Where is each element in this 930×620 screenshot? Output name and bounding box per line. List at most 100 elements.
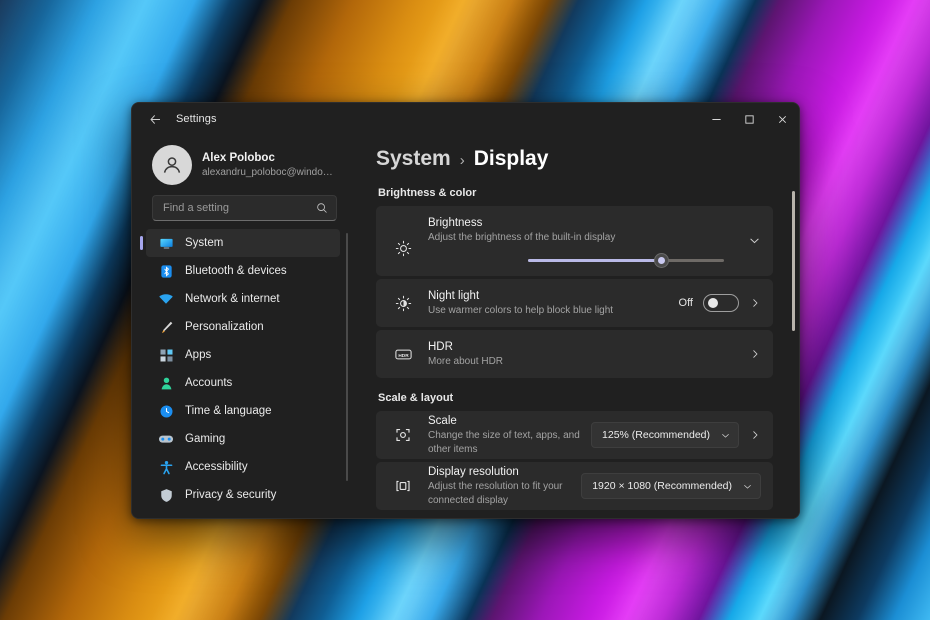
chevron-down-icon <box>720 430 731 441</box>
sidebar-item-label: Privacy & security <box>185 489 277 501</box>
sidebar-item-label: Time & language <box>185 405 272 417</box>
sidebar-item-privacy-security[interactable]: Privacy & security <box>146 481 340 509</box>
sidebar-item-label: Accessibility <box>185 461 248 473</box>
sidebar-item-accounts[interactable]: Accounts <box>146 369 340 397</box>
window-titlebar: Settings <box>132 103 799 135</box>
close-button[interactable] <box>766 103 799 135</box>
search-box[interactable] <box>152 195 337 221</box>
window-title: Settings <box>176 113 217 125</box>
sidebar-item-label: Accounts <box>185 377 233 389</box>
sidebar-item-label: Gaming <box>185 433 226 445</box>
sidebar-nav: System Bluetooth & devices Network & int… <box>132 229 350 518</box>
display-resolution-row[interactable]: Display resolution Adjust the resolution… <box>376 462 773 510</box>
night-light-body: Night light Use warmer colors to help bl… <box>428 289 679 318</box>
chevron-right-icon <box>753 431 758 439</box>
back-arrow-icon <box>149 114 160 124</box>
clock-icon <box>158 403 174 419</box>
close-icon <box>778 115 787 123</box>
brightness-sun-icon <box>392 216 414 264</box>
scale-title: Scale <box>428 414 457 427</box>
toggle-knob <box>708 298 718 308</box>
minimize-icon <box>712 118 721 120</box>
display-resolution-dropdown-value: 1920 × 1080 (Recommended) <box>592 480 732 492</box>
brightness-body: Brightness Adjust the brightness of the … <box>428 216 738 268</box>
hdr-row[interactable]: HDR HDR More about HDR <box>376 330 773 378</box>
hdr-title: HDR <box>428 340 453 353</box>
sidebar-item-network-internet[interactable]: Network & internet <box>146 285 340 313</box>
minimize-button[interactable] <box>700 103 733 135</box>
chevron-down-icon <box>742 481 753 492</box>
account-text: Alex Poloboc alexandru_poloboc@windowsre… <box>202 151 338 180</box>
sidebar-item-system[interactable]: System <box>140 229 340 257</box>
brightness-row[interactable]: Brightness Adjust the brightness of the … <box>376 206 773 276</box>
apps-grid-icon <box>158 347 174 363</box>
brightness-slider-fill <box>528 259 662 262</box>
hdr-icon: HDR <box>392 345 414 364</box>
window-controls <box>700 103 799 135</box>
brightness-slider-row <box>428 253 738 268</box>
sidebar: Alex Poloboc alexandru_poloboc@windowsre… <box>132 135 350 518</box>
scale-body: Scale Change the size of text, apps, and… <box>428 414 591 457</box>
sidebar-item-label: Apps <box>185 349 212 361</box>
maximize-icon <box>745 114 754 124</box>
scale-controls: 125% (Recommended) <box>591 422 761 448</box>
scale-resize-icon <box>392 426 414 444</box>
night-light-open-button[interactable] <box>749 297 761 309</box>
display-resolution-subtitle: Adjust the resolution to fit your connec… <box>428 480 563 506</box>
night-light-toggle-state: Off <box>678 297 693 309</box>
account-email: alexandru_poloboc@windowsreport... <box>202 166 338 178</box>
scale-dropdown[interactable]: 125% (Recommended) <box>591 422 739 448</box>
settings-window: Settings Alex Poloboc alexandru_poloboc@… <box>131 102 800 519</box>
chevron-down-icon <box>750 238 759 243</box>
sidebar-item-time-language[interactable]: Time & language <box>146 397 340 425</box>
content-inner: System › Display Brightness & color Brig… <box>350 147 799 510</box>
night-light-icon <box>392 295 414 312</box>
hdr-open-button[interactable] <box>749 348 761 360</box>
chevron-right-icon <box>753 350 758 358</box>
shield-icon <box>158 487 174 503</box>
content-scrollbar[interactable] <box>792 191 795 331</box>
window-body: Alex Poloboc alexandru_poloboc@windowsre… <box>132 135 799 518</box>
back-button[interactable] <box>140 106 170 132</box>
sidebar-item-bluetooth-devices[interactable]: Bluetooth & devices <box>146 257 340 285</box>
sidebar-item-personalization[interactable]: Personalization <box>146 313 340 341</box>
brightness-slider[interactable] <box>528 253 724 268</box>
sidebar-item-accessibility[interactable]: Accessibility <box>146 453 340 481</box>
sidebar-item-label: Personalization <box>185 321 264 333</box>
chevron-right-icon: › <box>459 152 465 169</box>
sidebar-item-apps[interactable]: Apps <box>146 341 340 369</box>
maximize-button[interactable] <box>733 103 766 135</box>
night-light-toggle[interactable] <box>703 294 739 312</box>
sidebar-item-label: Bluetooth & devices <box>185 265 287 277</box>
brightness-subtitle: Adjust the brightness of the built-in di… <box>428 232 616 243</box>
search-input[interactable] <box>163 202 316 214</box>
display-resolution-body: Display resolution Adjust the resolution… <box>428 465 581 508</box>
breadcrumb-root[interactable]: System <box>376 147 451 171</box>
scale-row[interactable]: Scale Change the size of text, apps, and… <box>376 411 773 459</box>
display-resolution-controls: 1920 × 1080 (Recommended) <box>581 473 761 499</box>
night-light-title: Night light <box>428 289 480 302</box>
account-block[interactable]: Alex Poloboc alexandru_poloboc@windowsre… <box>132 139 350 195</box>
sidebar-item-label: Network & internet <box>185 293 280 305</box>
avatar <box>152 145 192 185</box>
search-icon <box>316 202 328 214</box>
brightness-expand-button[interactable] <box>738 216 761 264</box>
brightness-slider-thumb[interactable] <box>653 253 669 268</box>
display-resolution-dropdown[interactable]: 1920 × 1080 (Recommended) <box>581 473 761 499</box>
account-person-icon <box>158 375 174 391</box>
scale-dropdown-value: 125% (Recommended) <box>602 429 710 441</box>
night-light-controls: Off <box>679 294 761 312</box>
section-title-scale-layout: Scale & layout <box>378 392 454 404</box>
account-name: Alex Poloboc <box>202 151 275 164</box>
page-title: Display <box>473 147 549 170</box>
sidebar-item-gaming[interactable]: Gaming <box>146 425 340 453</box>
night-light-row[interactable]: Night light Use warmer colors to help bl… <box>376 279 773 327</box>
hdr-subtitle: More about HDR <box>428 355 504 367</box>
scale-open-button[interactable] <box>749 429 761 441</box>
section-title-brightness-color: Brightness & color <box>378 187 477 199</box>
brightness-title: Brightness <box>428 217 483 229</box>
scale-subtitle: Change the size of text, apps, and other… <box>428 429 580 455</box>
accessibility-person-icon <box>158 459 174 475</box>
main-content: System › Display Brightness & color Brig… <box>350 135 799 518</box>
sidebar-scrollbar[interactable] <box>346 233 348 481</box>
